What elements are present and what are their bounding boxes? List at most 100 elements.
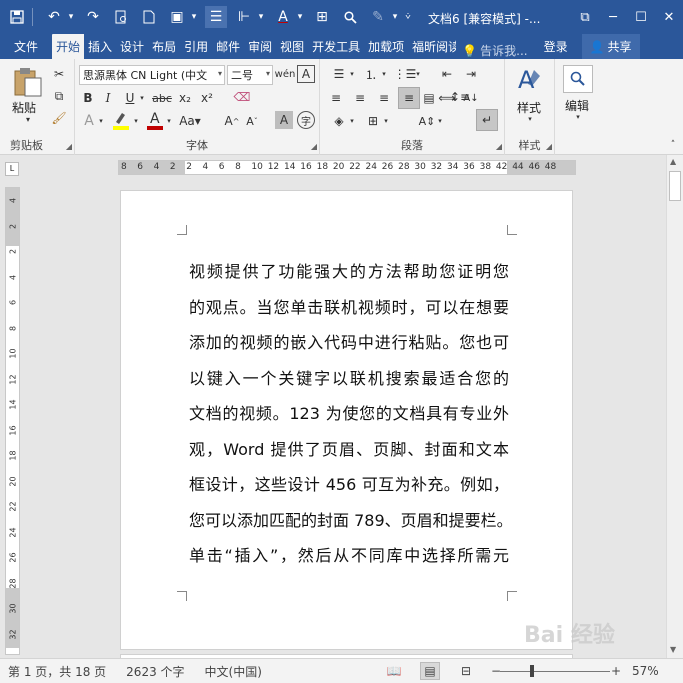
chevron-down-icon[interactable]: ▾: [256, 6, 266, 28]
italic-button[interactable]: I: [99, 89, 117, 107]
redo-icon[interactable]: ↷: [82, 6, 104, 28]
highlight-icon[interactable]: [111, 109, 131, 131]
tab-layout[interactable]: 布局: [148, 34, 180, 59]
bullets-icon[interactable]: ☰: [328, 65, 350, 83]
paste-icon[interactable]: ▣: [166, 6, 188, 28]
editing-label[interactable]: 编辑: [565, 97, 589, 114]
justify-icon[interactable]: ≡: [398, 87, 420, 109]
text-line[interactable]: 单击“插入”，然后从不同库中选择所需元: [189, 542, 509, 578]
chevron-down-icon[interactable]: ▾: [218, 69, 222, 78]
shading-icon[interactable]: ◈: [328, 111, 350, 131]
scroll-down-icon[interactable]: ▼: [670, 645, 676, 654]
tab-references[interactable]: 引用: [180, 34, 212, 59]
customize-icon[interactable]: ⩒: [401, 6, 415, 28]
chevron-down-icon[interactable]: ▾: [348, 65, 356, 83]
copy-icon[interactable]: ⧉: [50, 87, 68, 105]
chevron-down-icon[interactable]: ▾: [573, 113, 583, 121]
paste-button[interactable]: [8, 65, 48, 99]
layout-icon[interactable]: ☰: [205, 6, 227, 28]
edit-icon[interactable]: ✎: [367, 6, 389, 28]
language-indicator[interactable]: 中文(中国): [205, 663, 262, 680]
document-canvas[interactable]: 4 2 2 4 6 8 10 12 14 16 18 20 22 24 26 28 30 32 视频提供了功能强大…: [0, 180, 666, 658]
chevron-down-icon[interactable]: ▾: [436, 111, 444, 131]
chevron-down-icon[interactable]: ▾: [132, 111, 140, 131]
character-shading-icon[interactable]: A: [275, 111, 293, 129]
word-count[interactable]: 2623 个字: [126, 663, 184, 680]
tab-foxit[interactable]: 福昕阅读: [408, 34, 456, 59]
text-line[interactable]: 添加的视频的嵌入代码中进行粘贴。您也可: [189, 329, 509, 365]
book-icon[interactable]: ⊞: [311, 6, 333, 28]
maximize-icon[interactable]: ☐: [627, 0, 655, 34]
text-line[interactable]: 框设计，这些设计 456 可互为补充。例如，: [189, 471, 509, 507]
scroll-thumb[interactable]: [669, 171, 681, 201]
text-line[interactable]: 您可以添加匹配的封面 789、页眉和提要栏。: [189, 507, 513, 543]
clipboard-launcher-icon[interactable]: ◢: [66, 142, 72, 151]
scroll-up-icon[interactable]: ▲: [670, 157, 676, 166]
decrease-indent-icon[interactable]: ⇤: [436, 65, 458, 83]
share-button[interactable]: 👤 共享: [581, 34, 640, 59]
align-center-icon[interactable]: ≡: [350, 89, 370, 107]
chevron-down-icon[interactable]: ▾: [525, 115, 535, 123]
text-effects-icon[interactable]: A: [79, 111, 99, 131]
chevron-down-icon[interactable]: ▾: [348, 111, 356, 131]
align-icon[interactable]: ⊩: [233, 6, 255, 28]
font-launcher-icon[interactable]: ◢: [311, 142, 317, 151]
tab-mailings[interactable]: 邮件: [212, 34, 244, 59]
tell-me-box[interactable]: 💡 告诉我...: [462, 42, 527, 59]
page[interactable]: 视频提供了功能强大的方法帮助您证明您 的观点。当您单击联机视频时，可以在想要 添…: [120, 190, 573, 650]
show-formatting-icon[interactable]: ↵: [476, 109, 498, 131]
increase-indent-icon[interactable]: ⇥: [460, 65, 482, 83]
cut-icon[interactable]: ✂: [50, 65, 68, 83]
tab-view[interactable]: 视图: [276, 34, 308, 59]
character-border-icon[interactable]: A: [297, 65, 315, 83]
vertical-scrollbar[interactable]: ▲ ▼: [666, 155, 683, 658]
chevron-down-icon[interactable]: ▾: [66, 6, 76, 28]
zoom-slider-thumb[interactable]: [530, 665, 534, 677]
clear-formatting-icon[interactable]: ⌫: [231, 87, 253, 107]
styles-label[interactable]: 样式: [517, 99, 541, 116]
multilevel-list-icon[interactable]: ⋮☰: [394, 65, 417, 83]
change-case-icon[interactable]: Aa▾: [177, 111, 203, 131]
print-preview-icon[interactable]: [110, 6, 132, 28]
minimize-icon[interactable]: ─: [599, 0, 627, 34]
bold-button[interactable]: B: [79, 89, 97, 107]
format-painter-icon[interactable]: 🖌: [50, 109, 68, 127]
shrink-font-icon[interactable]: Aˇ: [243, 111, 261, 131]
document-body[interactable]: 视频提供了功能强大的方法帮助您证明您 的观点。当您单击联机视频时，可以在想要 添…: [189, 258, 513, 578]
font-size-combo[interactable]: 二号 ▾: [227, 65, 273, 85]
ribbon-display-options-icon[interactable]: ⧉: [571, 0, 599, 34]
paragraph-launcher-icon[interactable]: ◢: [496, 142, 502, 151]
zoom-slider[interactable]: [500, 671, 610, 672]
chevron-down-icon[interactable]: ▾: [414, 65, 422, 83]
tab-developer[interactable]: 开发工具: [308, 34, 364, 59]
chevron-down-icon[interactable]: ▾: [138, 89, 146, 107]
chevron-down-icon[interactable]: ▾: [390, 6, 400, 28]
read-mode-icon[interactable]: 📖: [384, 662, 404, 680]
text-line[interactable]: 文档的视频。123 为使您的文档具有专业外: [189, 400, 509, 436]
phonetic-guide-icon[interactable]: wén: [275, 64, 296, 84]
font-color-icon[interactable]: A: [145, 109, 165, 131]
tab-home[interactable]: 开始: [52, 34, 85, 59]
strikethrough-button[interactable]: abc: [149, 89, 175, 107]
tab-selector[interactable]: L: [5, 162, 19, 176]
close-icon[interactable]: ✕: [655, 0, 683, 34]
page-count[interactable]: 第 1 页，共 18 页: [8, 663, 106, 680]
search-icon[interactable]: [339, 6, 361, 28]
chevron-down-icon[interactable]: ▾: [165, 111, 173, 131]
web-layout-icon[interactable]: ⊟: [456, 662, 476, 680]
chevron-down-icon[interactable]: ▾: [97, 111, 105, 131]
numbering-icon[interactable]: ⒈: [360, 65, 382, 83]
zoom-level[interactable]: 57%: [632, 664, 659, 678]
superscript-button[interactable]: x²: [197, 89, 217, 107]
save-icon[interactable]: [6, 6, 28, 28]
tab-addins[interactable]: 加载项: [364, 34, 408, 59]
login-link[interactable]: 登录: [540, 34, 572, 59]
text-line[interactable]: 的观点。当您单击联机视频时，可以在想要: [189, 294, 509, 330]
tab-file[interactable]: 文件: [0, 34, 52, 59]
find-icon[interactable]: [563, 65, 593, 93]
print-layout-icon[interactable]: ▤: [420, 662, 440, 680]
line-spacing-icon[interactable]: ↕≡: [450, 87, 470, 107]
chevron-down-icon[interactable]: ▾: [266, 69, 270, 78]
font-color-icon[interactable]: A: [272, 6, 294, 28]
grow-font-icon[interactable]: A ^: [223, 111, 241, 131]
